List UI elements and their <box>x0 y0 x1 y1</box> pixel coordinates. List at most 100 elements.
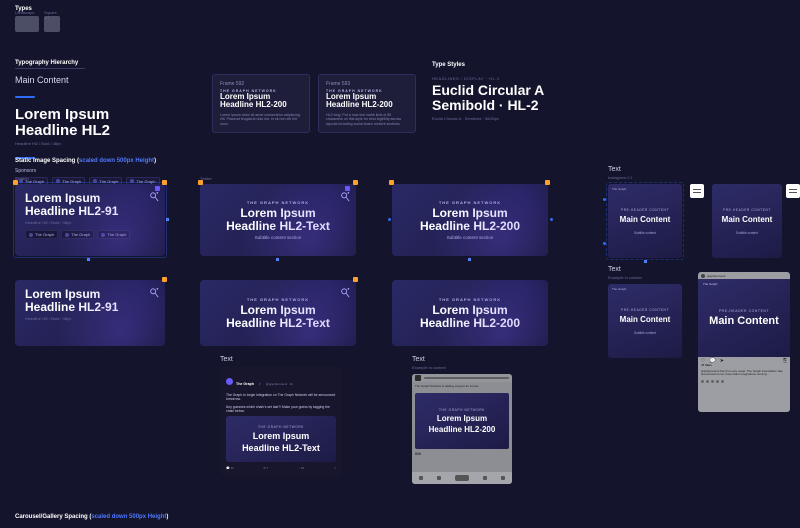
handle-icon <box>276 258 279 261</box>
tweet-name: The Graph <box>236 382 254 386</box>
phone-example: Example in context <box>412 365 446 370</box>
card-col2-2[interactable]: THE GRAPH NETWORK Lorem Ipsum Headline H… <box>200 280 356 346</box>
typography-headline-1: Lorem Ipsum <box>15 107 195 123</box>
typestyles-label: Type Styles <box>432 62 612 68</box>
ig-avatar-icon <box>701 274 705 278</box>
instagram-mock[interactable]: graphprotocol The Graph PRE-HEADER CONTE… <box>698 272 790 412</box>
marker-orange-icon <box>545 180 550 185</box>
marker-orange-icon <box>198 180 203 185</box>
swatch-landscape-label: Landscape <box>15 10 35 15</box>
card-col3-2-kicker: THE GRAPH NETWORK <box>439 297 501 302</box>
handle-icon <box>468 258 471 261</box>
swatch-square-label: Square 1:1 <box>44 10 60 20</box>
tab-search-icon[interactable] <box>437 476 441 480</box>
card-col2-1-kicker: THE GRAPH NETWORK <box>247 200 309 205</box>
marker-blue-icon <box>603 242 606 245</box>
add-box-2[interactable] <box>786 184 800 198</box>
frame-592-para: Lorem ipsum dolor sit amet consectetur a… <box>220 113 302 126</box>
frame-592[interactable]: Frame 592 THE GRAPH NETWORK Lorem Ipsum … <box>212 74 310 133</box>
card-col2-1[interactable]: THE GRAPH NETWORK Lorem Ipsum Headline H… <box>200 184 356 256</box>
logo-glyph-icon <box>340 286 350 298</box>
tab-center-icon[interactable] <box>455 475 469 481</box>
marker-orange-icon <box>353 180 358 185</box>
frame-593-h2: Headline HL2-200 <box>326 101 408 109</box>
card-col3-2-h2: Headline HL2-200 <box>420 317 520 330</box>
card-col2-1-sub: Subtitle content section <box>255 235 302 240</box>
square-sub-3: Subtitle content <box>634 331 656 335</box>
frame-592-title: Frame 592 <box>220 81 302 87</box>
handle-icon <box>87 258 90 261</box>
ig-share-icon[interactable]: ➤ <box>720 358 724 364</box>
static-label-a: Static Image Spacing ( <box>15 158 79 164</box>
ig-brand: The Graph <box>703 282 717 286</box>
tweet-media-kicker: THE GRAPH NETWORK <box>258 425 304 429</box>
tweet-media-h1: Lorem Ipsum <box>253 431 310 441</box>
handle-icon <box>166 218 169 221</box>
swatch-landscape[interactable]: Landscape <box>15 16 39 32</box>
like-icon[interactable]: ♡ 64 <box>297 466 304 470</box>
typestyles-name-2: Semibold · HL-2 <box>432 98 612 113</box>
logo-glyph-icon <box>149 286 159 298</box>
frame-593-title: Frame 593 <box>326 81 408 87</box>
share-icon[interactable]: ↗ <box>333 466 336 470</box>
marker-blue-icon <box>550 218 553 221</box>
tweet-line-2: Any guesses which chain's set last?! Mak… <box>226 405 336 414</box>
tweet-line-1: The Graph to begin integration on The Gr… <box>226 393 336 402</box>
phone-mock[interactable]: The Graph Network is adding support for … <box>412 374 512 484</box>
card-col3-1-sub: Subtitle content section <box>447 235 494 240</box>
tweet-avatar-icon <box>226 378 233 385</box>
square-kicker-2: PRE-HEADER CONTENT <box>723 208 771 212</box>
handle-icon <box>644 260 647 263</box>
square-main-2: Main Content <box>722 215 773 224</box>
ig-likes: 47 likes <box>701 363 712 367</box>
frame-593-note: HL2 long: Put a max text width limit of … <box>326 113 408 126</box>
phone-frame-label: Text <box>412 356 425 363</box>
card-col3-1[interactable]: THE GRAPH NETWORK Lorem Ipsum Headline H… <box>392 184 548 256</box>
square-card-3[interactable]: The Graph PRE-HEADER CONTENT Main Conten… <box>608 284 682 358</box>
tab-profile-icon[interactable] <box>501 476 505 480</box>
marker-purple-icon <box>155 186 160 191</box>
add-box-1[interactable] <box>690 184 704 198</box>
ig-name: graphprotocol <box>707 274 725 278</box>
square-card-2[interactable]: PRE-HEADER CONTENT Main Content Subtitle… <box>712 184 782 258</box>
ig-kicker: PRE-HEADER CONTENT <box>719 309 769 313</box>
card-col3-2[interactable]: THE GRAPH NETWORK Lorem Ipsum Headline H… <box>392 280 548 346</box>
footer-b: scaled down 500px Height <box>91 514 166 520</box>
card-col3-1-kicker: THE GRAPH NETWORK <box>439 200 501 205</box>
ig-save-icon[interactable]: ⎘ <box>783 358 787 364</box>
card-left-2-h1: Lorem Ipsum <box>25 288 155 301</box>
tweet-media-h2: Headline HL2-Text <box>242 443 320 453</box>
square2-label: Text <box>608 266 621 273</box>
card-col2-1-h1: Lorem Ipsum <box>240 207 315 220</box>
card-col2-2-kicker: THE GRAPH NETWORK <box>247 297 309 302</box>
tab-home-icon[interactable] <box>419 476 423 480</box>
card-col3-1-h1: Lorem Ipsum <box>432 207 507 220</box>
sponsors-label: Sponsors <box>15 168 195 174</box>
square-sub-2: Subtitle content <box>736 231 758 235</box>
card-left-2[interactable]: Lorem Ipsum Headline HL2-91 Headline Hl2… <box>15 280 165 346</box>
phone-card-h2: Headline HL2-200 <box>429 425 496 434</box>
square-col-label: Text <box>608 166 621 173</box>
reply-icon[interactable]: 💬 12 <box>226 466 234 470</box>
card-left-2-h2: Headline HL2-91 <box>25 301 155 314</box>
tweet-handle: @graphprotocol · 1h <box>266 382 293 386</box>
square2-example: Example in context <box>608 275 642 280</box>
phone-top-line: The Graph Network is adding support for … <box>412 382 512 390</box>
tweet-mock[interactable]: The Graph ✓ @graphprotocol · 1h The Grap… <box>220 366 342 476</box>
typography-caption: Headline Hl2 / Bold / 48px <box>15 141 195 146</box>
tab-activity-icon[interactable] <box>483 476 487 480</box>
phone-likes: 808 <box>415 452 509 456</box>
logo-glyph-icon <box>340 190 350 202</box>
footer-a: Carousel/Gallery Spacing ( <box>15 514 91 520</box>
main-content-label: Main Content <box>15 75 195 85</box>
square-kicker-3: PRE-HEADER CONTENT <box>621 308 669 312</box>
swatch-square[interactable]: Square 1:1 <box>44 16 60 32</box>
card-col2-2-h2: Headline HL2-Text <box>226 317 330 330</box>
static-label-b: scaled down 500px Height <box>79 158 154 164</box>
tiny-t-label: T... <box>15 168 20 173</box>
footer-c: ) <box>166 514 168 520</box>
retweet-icon[interactable]: ⟲ 7 <box>263 466 268 470</box>
marker-orange-icon <box>162 180 167 185</box>
frame-593[interactable]: Frame 593 THE GRAPH NETWORK Lorem Ipsum … <box>318 74 416 133</box>
ig-caption: graphprotocol Far from any coast. The Gr… <box>698 370 790 379</box>
